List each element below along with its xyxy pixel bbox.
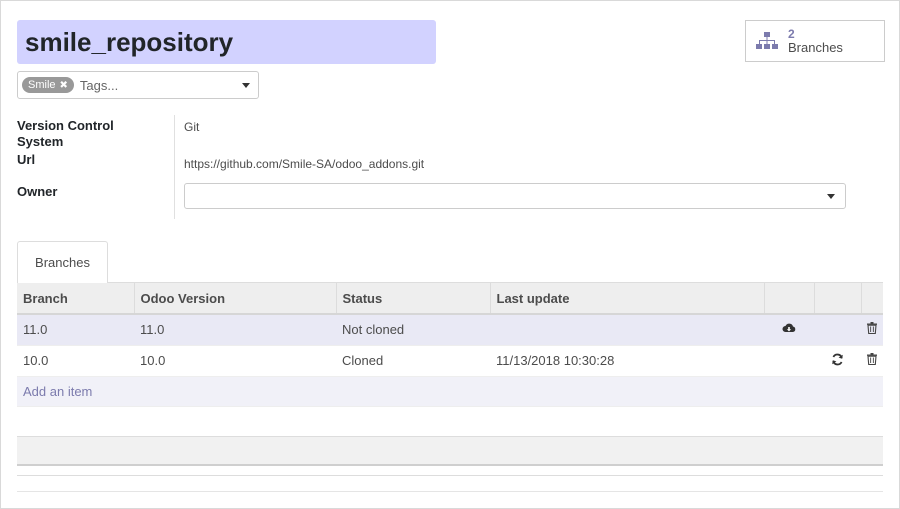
branches-table: Branch Odoo Version Status Last update 1… (17, 283, 883, 407)
remove-tag-icon[interactable]: ✖ (60, 80, 68, 91)
divider (17, 491, 883, 492)
chevron-down-icon[interactable] (242, 82, 250, 88)
vcs-label-line1: Version Control (17, 118, 114, 133)
cell-status[interactable]: Cloned (336, 345, 490, 377)
table-row[interactable]: 10.0 10.0 Cloned 11/13/2018 10:30:28 (17, 345, 883, 377)
column-header-action (764, 283, 815, 315)
divider (17, 475, 883, 476)
trash-icon[interactable] (867, 322, 877, 335)
url-value: https://github.com/Smile-SA/odoo_addons.… (184, 157, 425, 171)
column-header-action2 (814, 283, 862, 315)
tab-branches[interactable]: Branches (17, 241, 108, 284)
branches-stat-label: Branches (788, 40, 843, 55)
tags-input[interactable]: Tags... (80, 78, 242, 93)
vcs-label: Version Control System (17, 118, 114, 150)
table-row[interactable]: 11.0 11.0 Not cloned (17, 314, 883, 346)
cell-branch[interactable]: 11.0 (17, 314, 134, 346)
add-item-row[interactable]: Add an item (17, 376, 883, 407)
repository-name-field[interactable]: smile_repository (17, 20, 436, 64)
trash-icon[interactable] (867, 353, 877, 366)
column-header-branch[interactable]: Branch (17, 283, 135, 315)
form-sheet: smile_repository 2 Branches Smile ✖ Tags… (0, 0, 900, 509)
cell-odoo-version[interactable]: 11.0 (134, 314, 336, 346)
owner-label: Owner (17, 184, 58, 199)
tag-badge: Smile ✖ (22, 77, 74, 93)
column-header-last-update[interactable]: Last update (490, 283, 765, 315)
tags-field[interactable]: Smile ✖ Tags... (17, 71, 259, 99)
repository-name: smile_repository (25, 27, 234, 57)
column-header-odoo-version[interactable]: Odoo Version (134, 283, 337, 315)
owner-select[interactable] (184, 183, 846, 209)
vcs-value: Git (184, 120, 200, 134)
label-separator (174, 115, 175, 219)
cell-delete[interactable] (861, 314, 883, 346)
cell-branch[interactable]: 10.0 (17, 345, 134, 377)
cell-pull[interactable] (814, 345, 861, 377)
table-header-row: Branch Odoo Version Status Last update (17, 283, 883, 315)
branches-count: 2 (788, 27, 795, 41)
table-footer (17, 436, 883, 466)
sitemap-icon (756, 32, 778, 49)
url-label: Url (17, 152, 36, 167)
tag-label: Smile (28, 79, 56, 91)
cell-odoo-version[interactable]: 10.0 (134, 345, 336, 377)
cell-status[interactable]: Not cloned (336, 314, 490, 346)
cell-last-update[interactable] (490, 314, 764, 346)
add-item-link[interactable]: Add an item (17, 376, 883, 407)
cell-last-update[interactable]: 11/13/2018 10:30:28 (490, 345, 764, 377)
refresh-icon[interactable] (831, 353, 844, 366)
cloud-download-icon[interactable] (782, 322, 796, 334)
vcs-label-line2: System (17, 134, 64, 149)
column-header-status[interactable]: Status (336, 283, 491, 315)
cell-empty (814, 314, 861, 346)
notebook-tabs: Branches (17, 241, 883, 284)
column-header-delete (861, 283, 883, 315)
chevron-down-icon[interactable] (827, 194, 835, 199)
cell-delete[interactable] (861, 345, 883, 377)
branches-stat-button[interactable]: 2 Branches (745, 20, 885, 62)
cell-clone[interactable] (764, 314, 814, 346)
cell-empty (764, 345, 814, 377)
